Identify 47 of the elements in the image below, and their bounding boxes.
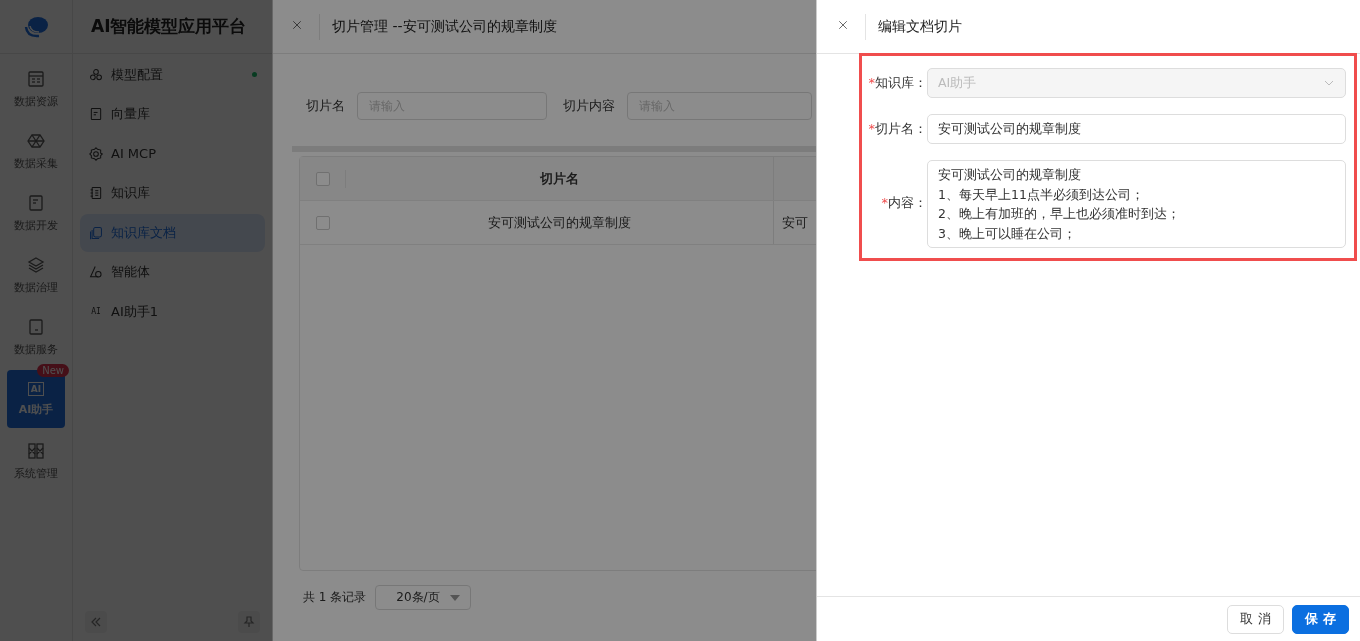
content-field[interactable]: 安可测试公司的规章制度 1、每天早上11点半必须到达公司； 2、晚上有加班的，早上也必须准时到达； 3、晚上可以睡在公司；: [927, 160, 1346, 248]
new-badge: New: [37, 364, 69, 377]
collapse-button[interactable]: [85, 611, 107, 633]
grid-icon: [27, 441, 45, 460]
document-icon: [27, 193, 45, 212]
tablet-icon: [27, 317, 45, 336]
triangle-icon: [89, 265, 103, 279]
filter-label: 切片名: [306, 97, 345, 115]
filter-label: 切片内容: [562, 97, 615, 115]
files-icon: [89, 225, 103, 240]
field-label: *知识库：: [867, 74, 927, 92]
close-icon: [291, 18, 303, 31]
save-button[interactable]: 保 存: [1292, 604, 1349, 634]
menu-item[interactable]: AI AI助手1: [80, 292, 265, 331]
double-chevron-icon: [90, 616, 102, 628]
cancel-button[interactable]: 取 消: [1227, 604, 1284, 634]
column-header: 切片名: [345, 169, 773, 188]
field-label: *内容：: [880, 194, 927, 212]
menu-item[interactable]: 智能体: [80, 253, 265, 291]
close-icon: [837, 18, 849, 31]
menu-item[interactable]: 向量库: [80, 95, 265, 133]
logo-icon: [23, 14, 49, 39]
field-label: *切片名：: [867, 120, 927, 138]
notebook-icon: [89, 186, 103, 200]
drawer-title: 编辑文档切片: [878, 17, 962, 36]
menu-item[interactable]: 知识库文档: [80, 213, 265, 252]
ai-icon: AI: [89, 307, 103, 316]
app-title: AI智能模型应用平台: [91, 15, 247, 38]
pin-icon: [243, 616, 255, 628]
row-checkbox[interactable]: [316, 215, 330, 230]
network-icon: [27, 131, 45, 150]
ai-icon: AI: [27, 381, 45, 396]
layers-icon: [27, 255, 45, 274]
pin-button[interactable]: [238, 611, 260, 633]
panel-icon: [27, 69, 45, 88]
input-field[interactable]: 安可测试公司的规章制度: [927, 114, 1346, 144]
record-count: 共 1 条记录: [303, 589, 367, 606]
document-icon: [89, 107, 103, 121]
menu-item[interactable]: 模型配置: [80, 55, 265, 94]
gear-icon: [89, 146, 103, 161]
table-cell-text: 安可测试公司的规章制度: [486, 213, 632, 232]
menu-item[interactable]: 知识库: [80, 174, 265, 212]
drawer-title: 切片管理 --安可测试公司的规章制度: [332, 17, 557, 36]
menu-item[interactable]: AI MCP: [80, 134, 265, 173]
cluster-icon: [89, 67, 103, 82]
select-all-checkbox[interactable]: [316, 171, 330, 186]
page-size-select[interactable]: 20条/页: [375, 585, 472, 610]
